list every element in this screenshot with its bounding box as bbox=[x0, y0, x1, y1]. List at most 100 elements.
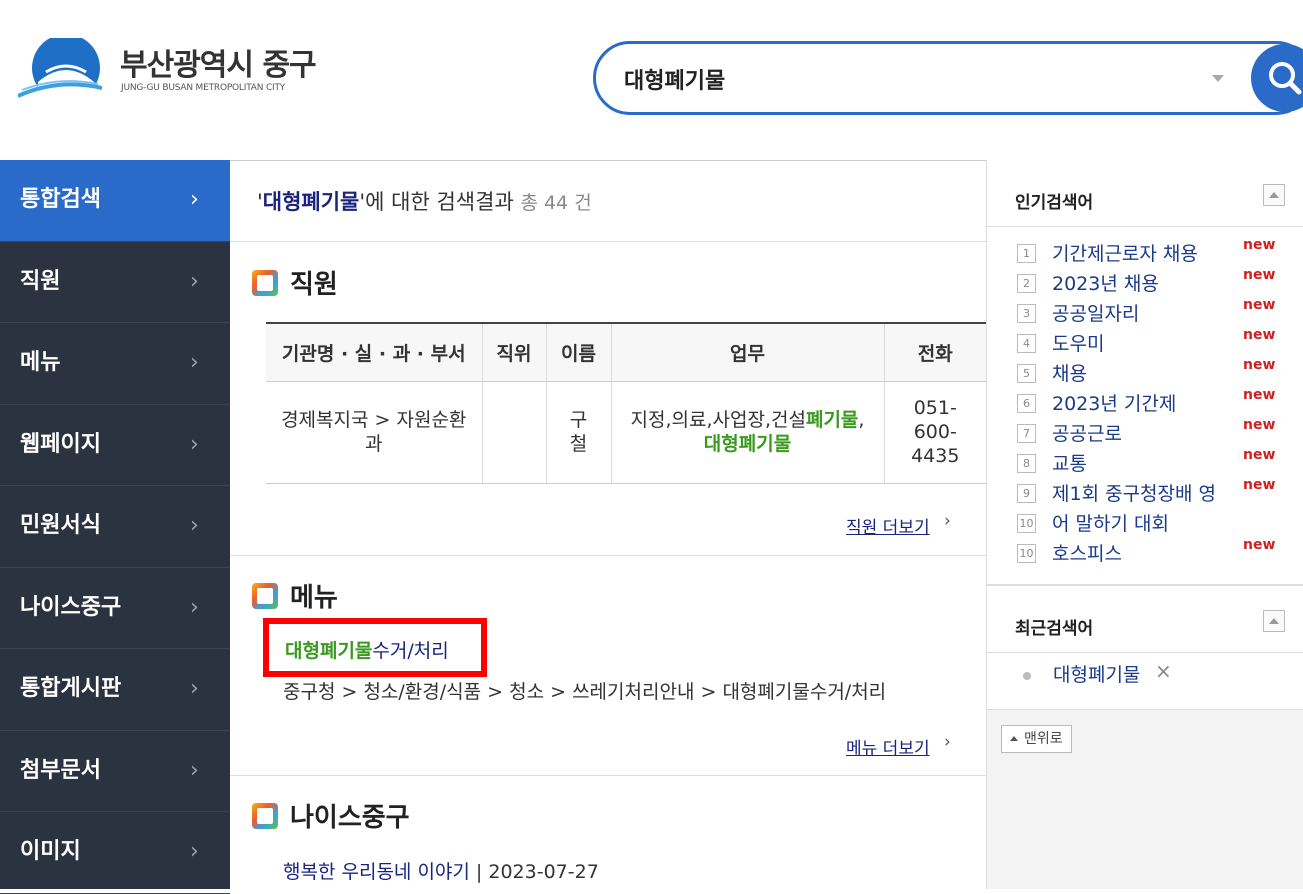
sidebar-item-label: 이미지 bbox=[20, 839, 81, 864]
popular-title: 인기검색어 bbox=[1015, 193, 1094, 213]
sidebar-item-forms[interactable]: 민원서식 › bbox=[0, 486, 230, 568]
divider bbox=[230, 555, 986, 556]
chevron-right-icon: › bbox=[190, 187, 199, 212]
popular-item-text: 제1회 중구청장배 영 bbox=[1052, 483, 1217, 505]
popular-item-text: 어 말하기 대회 bbox=[1052, 513, 1169, 535]
sidebar-item-board[interactable]: 통합게시판 › bbox=[0, 649, 230, 731]
rank-number: 4 bbox=[1017, 334, 1036, 353]
section-title-staff: 직원 bbox=[252, 264, 338, 301]
sidebar-item-label: 통합게시판 bbox=[20, 676, 122, 701]
bullet-icon bbox=[1023, 672, 1031, 680]
result-count: 총 44 건 bbox=[520, 192, 592, 214]
chevron-right-icon: › bbox=[944, 511, 951, 531]
logo-title: 부산광역시 중구 bbox=[120, 48, 317, 83]
new-badge: new bbox=[1243, 267, 1276, 283]
new-badge: new bbox=[1243, 327, 1276, 343]
chevron-right-icon: › bbox=[190, 268, 199, 294]
popular-item[interactable]: 10 어 말하기 대회 bbox=[1017, 507, 1297, 537]
nice-result-sep: | bbox=[469, 861, 489, 883]
table-row: 경제복지국 > 자원순환과 구철 지정,의료,사업장,건설폐기물, 대형폐기물 0… bbox=[266, 381, 986, 484]
menu-link-text: 수거/처리 bbox=[372, 640, 449, 662]
logo[interactable]: 부산광역시 중구 JUNG-GU BUSAN METROPOLITAN CITY bbox=[18, 38, 338, 102]
popular-item[interactable]: 1 기간제근로자 채용 new bbox=[1017, 237, 1297, 267]
search-input[interactable] bbox=[624, 62, 1184, 96]
recent-item-text[interactable]: 대형폐기물 bbox=[1053, 660, 1140, 687]
logo-emblem-icon bbox=[18, 38, 102, 102]
table-header-row: 기관명 · 실 · 과 · 부서 직위 이름 업무 전화 bbox=[266, 322, 986, 382]
rank-number: 10 bbox=[1017, 544, 1036, 563]
sidebar-item-label: 나이스중구 bbox=[20, 594, 122, 620]
popular-item-text: 2023년 채용 bbox=[1052, 273, 1159, 295]
recent-panel: 최근검색어 bbox=[987, 585, 1303, 710]
search-dropdown-caret-icon[interactable] bbox=[1212, 75, 1224, 82]
sidebar-item-attachments[interactable]: 첨부문서 › bbox=[0, 731, 230, 812]
result-keyword: 대형폐기물 bbox=[262, 190, 360, 214]
sidebar-item-label: 메뉴 bbox=[20, 350, 61, 375]
chevron-right-icon: › bbox=[190, 431, 199, 457]
sidebar-item-images[interactable]: 이미지 › bbox=[0, 812, 230, 894]
sidebar-item-menu[interactable]: 메뉴 › bbox=[0, 323, 230, 405]
cell-dept: 경제복지국 > 자원순환과 bbox=[266, 381, 483, 484]
nice-result-link[interactable]: 행복한 우리동네 이야기 bbox=[283, 861, 470, 883]
popular-item[interactable]: 5 채용 new bbox=[1017, 357, 1297, 387]
divider bbox=[987, 226, 1303, 227]
rank-number: 6 bbox=[1017, 394, 1036, 413]
col-header-phone: 전화 bbox=[884, 322, 986, 382]
popular-item[interactable]: 2 2023년 채용 new bbox=[1017, 267, 1297, 297]
popular-item-text: 교통 bbox=[1052, 453, 1087, 475]
duty-highlight: 대형폐기물 bbox=[703, 433, 792, 455]
popular-item[interactable]: 9 제1회 중구청장배 영 new bbox=[1017, 477, 1297, 507]
back-to-top-button[interactable]: 맨위로 bbox=[1001, 725, 1072, 753]
duty-text: 지정,의료,사업장,건설 bbox=[630, 409, 806, 431]
rank-number: 2 bbox=[1017, 274, 1036, 293]
search-button[interactable] bbox=[1251, 44, 1303, 112]
staff-more-link[interactable]: 직원 더보기 bbox=[846, 513, 930, 538]
result-suffix: 에 대한 검색결과 bbox=[365, 190, 514, 214]
rank-number: 1 bbox=[1017, 244, 1036, 263]
sidebar-item-label: 웹페이지 bbox=[20, 431, 101, 457]
duty-sep: , bbox=[858, 409, 865, 431]
popular-item[interactable]: 7 공공근로 new bbox=[1017, 417, 1297, 447]
new-badge: new bbox=[1243, 387, 1276, 403]
section-title-nice: 나이스중구 bbox=[252, 797, 410, 834]
rank-number: 5 bbox=[1017, 364, 1036, 383]
search-icon bbox=[1269, 62, 1302, 95]
rank-number: 8 bbox=[1017, 454, 1036, 473]
collapse-icon[interactable] bbox=[1263, 184, 1285, 206]
close-icon[interactable]: × bbox=[1155, 659, 1172, 683]
new-badge: new bbox=[1243, 237, 1276, 253]
sidebar-item-integrated-search[interactable]: 통합검색 › bbox=[0, 160, 230, 242]
menu-result-link[interactable]: 대형폐기물수거/처리 bbox=[263, 618, 487, 677]
rank-number: 3 bbox=[1017, 304, 1036, 323]
chevron-right-icon: › bbox=[190, 350, 199, 375]
chevron-right-icon: › bbox=[190, 513, 199, 538]
sidebar-item-label: 통합검색 bbox=[20, 187, 101, 212]
menu-more-link[interactable]: 메뉴 더보기 bbox=[846, 734, 930, 759]
nice-result: 행복한 우리동네 이야기 | 2023-07-27 bbox=[283, 857, 599, 884]
new-badge: new bbox=[1243, 477, 1276, 493]
sidebar-item-nice-junggu[interactable]: 나이스중구 › bbox=[0, 568, 230, 649]
popular-item[interactable]: 4 도우미 new bbox=[1017, 327, 1297, 357]
new-badge: new bbox=[1243, 357, 1276, 373]
popular-item[interactable]: 6 2023년 기간제 new bbox=[1017, 387, 1297, 417]
col-header-position: 직위 bbox=[482, 322, 547, 382]
popular-item-text: 2023년 기간제 bbox=[1052, 393, 1177, 415]
popular-item-text: 채용 bbox=[1052, 363, 1087, 385]
popular-panel: 인기검색어 1 기간제근로자 채용 new 2 2023년 채용 new 3 공… bbox=[987, 160, 1303, 585]
section-title-menu: 메뉴 bbox=[252, 577, 338, 614]
sidebar-item-staff[interactable]: 직원 › bbox=[0, 242, 230, 323]
section-title-text: 메뉴 bbox=[290, 583, 338, 613]
col-header-duty: 업무 bbox=[611, 322, 885, 382]
rank-number: 10 bbox=[1017, 514, 1036, 533]
popular-item[interactable]: 8 교통 new bbox=[1017, 447, 1297, 477]
collapse-icon[interactable] bbox=[1263, 610, 1285, 632]
popular-item-text: 공공일자리 bbox=[1052, 303, 1140, 325]
popular-item[interactable]: 10 호스피스 new bbox=[1017, 537, 1297, 567]
search-results: '대형폐기물'에 대한 검색결과 총 44 건 직원 기관명 · 실 · 과 ·… bbox=[230, 160, 986, 889]
sidebar-item-webpage[interactable]: 웹페이지 › bbox=[0, 405, 230, 486]
duty-highlight: 폐기물 bbox=[805, 409, 859, 431]
popular-item[interactable]: 3 공공일자리 new bbox=[1017, 297, 1297, 327]
cell-name: 구철 bbox=[546, 381, 612, 484]
recent-title: 최근검색어 bbox=[1015, 619, 1094, 639]
nice-result-date: 2023-07-27 bbox=[488, 861, 599, 883]
